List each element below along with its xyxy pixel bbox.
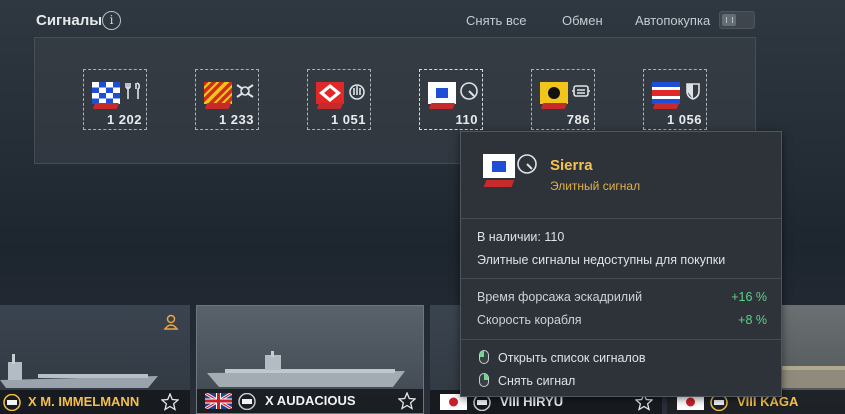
shield-icon [686, 83, 700, 100]
ship-card-immelmann[interactable]: X M. IMMELMANN [0, 305, 190, 414]
ribbon-decoration [316, 103, 344, 109]
premium-badge-icon [3, 394, 21, 411]
mouse-right-click-icon [479, 373, 489, 387]
pause-icon [722, 14, 736, 26]
stock-label: В наличии: [477, 230, 541, 244]
sierra-flag-icon [483, 154, 515, 178]
signal-count: 1 202 [106, 112, 142, 127]
autobuy-label: Автопокупка [635, 13, 711, 28]
speedometer-icon [460, 82, 478, 100]
signal-flag-icon [540, 82, 568, 104]
exchange-button[interactable]: Обмен [562, 13, 603, 28]
speedometer-icon [517, 154, 537, 174]
signal-name: Sierra [550, 157, 593, 174]
ship-name: X AUDACIOUS [265, 393, 356, 408]
signal-flag-icon [92, 82, 120, 104]
premium-badge-icon [238, 393, 256, 410]
signal-slot-1[interactable]: 1 202 [83, 69, 147, 130]
action-label: Открыть список сигналов [498, 351, 646, 365]
uk-flag-icon [205, 393, 232, 409]
ship-image [207, 351, 405, 387]
signal-count: 1 056 [666, 112, 702, 127]
signal-slot-3[interactable]: 1 051 [307, 69, 371, 130]
commander-icon [163, 314, 179, 330]
divider [461, 278, 781, 279]
divider [461, 218, 781, 219]
signal-flag-icon [316, 82, 344, 104]
ship-image [0, 354, 158, 388]
stock-value: 110 [544, 230, 565, 244]
signal-flag-icon [428, 82, 456, 104]
ribbon-decoration [428, 103, 456, 109]
ribbon-decoration [483, 180, 515, 187]
action-label: Снять сигнал [498, 374, 576, 388]
info-icon[interactable]: i [102, 11, 121, 30]
ribbon-decoration [92, 103, 120, 109]
engine-icon [572, 85, 590, 97]
remove-all-button[interactable]: Снять все [466, 13, 526, 28]
wrench-icon [125, 82, 141, 99]
fire-extinguisher-icon [349, 84, 365, 100]
signal-slot-6[interactable]: 1 056 [643, 69, 707, 130]
stock-line: В наличии: 110 [477, 230, 564, 244]
ribbon-decoration [652, 103, 680, 109]
modifier-value: +8 % [738, 313, 767, 327]
signal-tooltip: Sierra Элитный сигнал В наличии: 110 Эли… [460, 131, 782, 397]
signals-header: Сигналы i Снять все Обмен Автопокупка [0, 0, 845, 40]
crossed-guns-icon [236, 84, 254, 98]
signal-count: 1 051 [330, 112, 366, 127]
signal-count: 786 [566, 112, 590, 127]
signal-flag-icon [652, 82, 680, 104]
signal-type: Элитный сигнал [550, 179, 641, 193]
modifier-label: Скорость корабля [477, 313, 582, 327]
signal-count: 1 233 [218, 112, 254, 127]
ribbon-decoration [540, 103, 568, 109]
page-title: Сигналы [36, 12, 103, 29]
action-hint: Открыть список сигналов [479, 350, 646, 365]
autobuy-toggle[interactable] [719, 11, 755, 29]
modifier-row: Время форсажа эскадрилий +16 % [477, 290, 767, 304]
ship-name: X M. IMMELMANN [28, 394, 140, 409]
signal-slot-5[interactable]: 786 [531, 69, 595, 130]
star-icon[interactable] [161, 393, 179, 411]
star-icon[interactable] [398, 392, 416, 410]
signal-count: 110 [455, 112, 478, 127]
modifier-label: Время форсажа эскадрилий [477, 290, 643, 304]
modifier-row: Скорость корабля +8 % [477, 313, 767, 327]
signal-slot-2[interactable]: 1 233 [195, 69, 259, 130]
mouse-left-click-icon [479, 350, 489, 364]
modifier-value: +16 % [731, 290, 767, 304]
unavailable-note: Элитные сигналы недоступны для покупки [477, 253, 726, 267]
divider [461, 339, 781, 340]
signal-slot-4[interactable]: 110 [419, 69, 483, 130]
ribbon-decoration [204, 103, 232, 109]
signal-flag-icon [204, 82, 232, 104]
ship-card-audacious[interactable]: X AUDACIOUS [196, 305, 424, 414]
action-hint: Снять сигнал [479, 373, 575, 388]
